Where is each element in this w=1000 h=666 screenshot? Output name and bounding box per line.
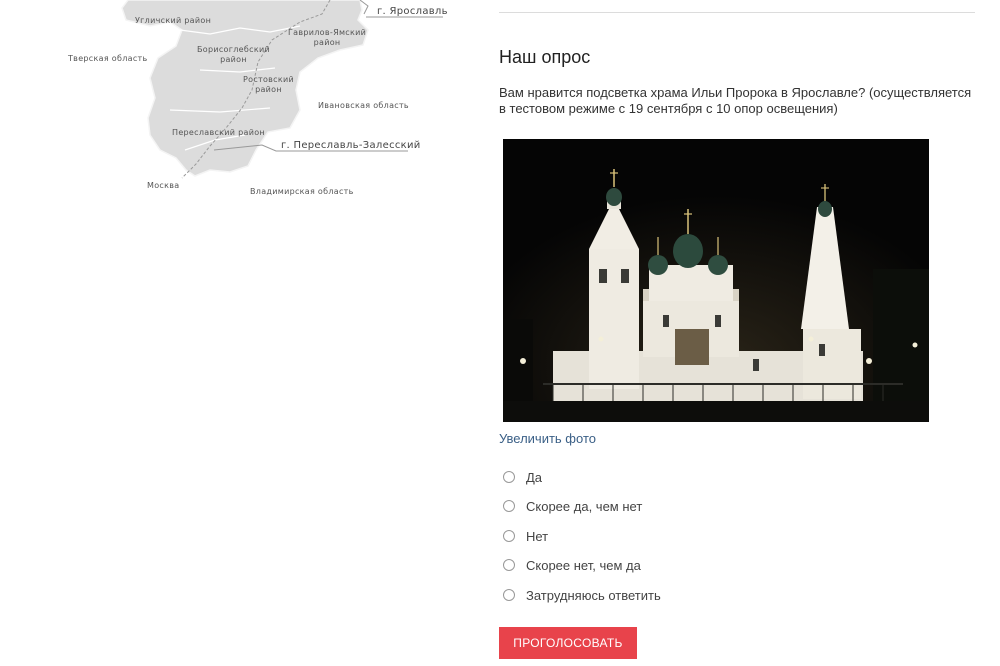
poll-option-no[interactable]: Нет: [503, 527, 548, 545]
region-map: Угличский район Гаврилов-Ямский район Бо…: [0, 0, 460, 215]
poll-option-label: Затрудняюсь ответить: [526, 587, 661, 603]
poll-option-label: Скорее нет, чем да: [526, 557, 641, 573]
map-label-pereslavsky: Переславский район: [172, 128, 265, 137]
poll-option-label: Нет: [526, 528, 549, 544]
church-photo[interactable]: [503, 139, 929, 422]
map-city-yaroslavl: г. Ярославль: [377, 6, 448, 17]
map-label-vladimir-oblast: Владимирская область: [250, 187, 354, 196]
enlarge-photo-link[interactable]: Увеличить фото: [499, 431, 596, 446]
radio-button[interactable]: [503, 559, 515, 571]
map-label-gavrilov-yam: Гаврилов-Ямский район: [288, 28, 367, 47]
vote-button[interactable]: ПРОГОЛОСОВАТЬ: [499, 627, 637, 659]
poll-option-label: Да: [526, 469, 543, 485]
poll-question: Вам нравится подсветка храма Ильи Пророк…: [499, 85, 972, 116]
map-label-borisoglebsky: Борисоглебский район: [197, 45, 270, 64]
poll-option-rather-no[interactable]: Скорее нет, чем да: [503, 556, 641, 574]
map-label-uglich: Угличский район: [135, 16, 212, 25]
poll-option-undecided[interactable]: Затрудняюсь ответить: [503, 586, 661, 604]
radio-button[interactable]: [503, 589, 515, 601]
map-label-ivanovo-oblast: Ивановская область: [318, 101, 409, 110]
radio-button[interactable]: [503, 471, 515, 483]
poll-option-rather-yes[interactable]: Скорее да, чем нет: [503, 497, 642, 515]
map-city-pereslavl: г. Переславль-Залесский: [281, 140, 421, 151]
church-photo-image: [503, 139, 929, 422]
map-label-moscow: Москва: [147, 181, 180, 190]
map-label-tver-oblast: Тверская область: [68, 54, 148, 63]
section-divider: [499, 12, 975, 13]
poll-title: Наш опрос: [499, 47, 591, 67]
map-label-rostovsky: Ростовский район: [243, 75, 295, 94]
poll-option-yes[interactable]: Да: [503, 468, 542, 486]
poll-option-label: Скорее да, чем нет: [526, 498, 643, 514]
radio-button[interactable]: [503, 500, 515, 512]
radio-button[interactable]: [503, 530, 515, 542]
